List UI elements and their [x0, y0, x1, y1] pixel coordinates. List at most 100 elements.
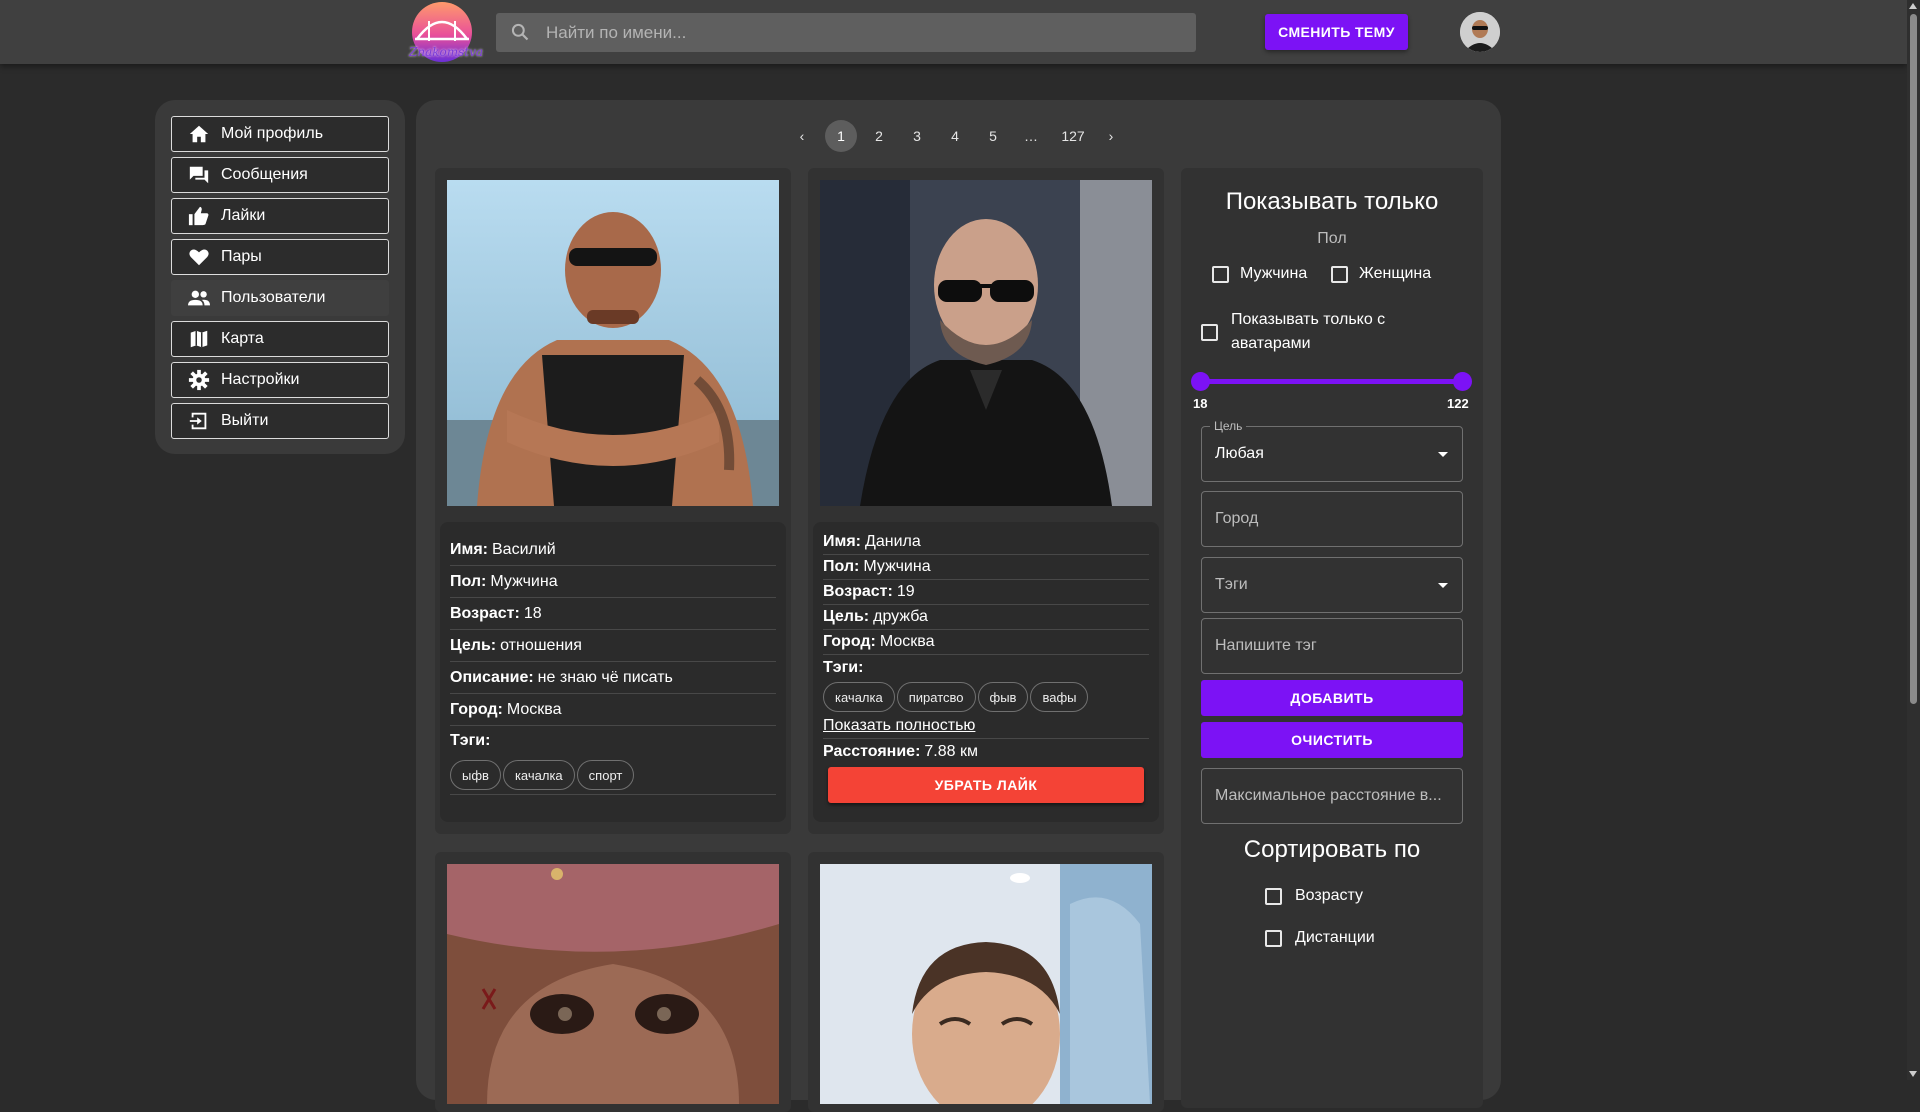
sidebar-item-label: Карта [221, 330, 264, 347]
description-row: Описание: не знаю чё писать [450, 662, 776, 694]
divider [450, 794, 776, 795]
page-5[interactable]: 5 [977, 120, 1009, 152]
tag-chip[interactable]: вафы [1030, 682, 1089, 712]
goal-legend: Цель [1210, 419, 1247, 433]
pagination-next[interactable]: › [1095, 120, 1127, 152]
tag-chip[interactable]: качалка [502, 760, 575, 790]
age-slider-max-thumb[interactable] [1453, 372, 1472, 391]
heart-icon [187, 245, 211, 269]
max-distance-placeholder: Максимальное расстояние в... [1215, 787, 1442, 804]
sidebar-item-pairs[interactable]: Пары [171, 239, 389, 275]
search-bar[interactable] [496, 13, 1196, 52]
sort-title: Сортировать по [1243, 836, 1421, 863]
change-theme-button[interactable]: СМЕНИТЬ ТЕМУ [1265, 14, 1408, 50]
sidebar-item-settings[interactable]: Настройки [171, 362, 389, 398]
user-photo[interactable] [447, 180, 779, 506]
name-row: Имя: Данила [823, 530, 1149, 555]
user-avatar[interactable] [1460, 12, 1500, 52]
gear-icon [187, 368, 211, 392]
sort-age-checkbox[interactable] [1265, 888, 1282, 905]
distance-label: Расстояние: [823, 742, 921, 760]
only-avatars-checkbox[interactable] [1201, 324, 1218, 341]
show-full-link[interactable]: Показать полностью [823, 717, 975, 735]
top-bar: Znakomstva СМЕНИТЬ ТЕМУ [0, 0, 1907, 64]
goal-row: Цель: отношения [450, 630, 776, 662]
sort-distance-label: Дистанции [1295, 929, 1375, 946]
goal-select-value: Любая [1215, 445, 1264, 462]
sidebar-item-label: Мой профиль [221, 125, 324, 142]
map-icon [187, 327, 211, 351]
sidebar-item-label: Настройки [221, 371, 300, 388]
tag-input[interactable]: Напишите тэг [1201, 618, 1463, 674]
user-info: Имя: Данила Пол: Мужчина Возраст: 19 Цел… [813, 522, 1159, 822]
goal-select[interactable]: Цель Любая [1201, 419, 1463, 482]
page-4[interactable]: 4 [939, 120, 971, 152]
tag-chip[interactable]: ыфв [450, 760, 501, 790]
pagination-prev[interactable]: ‹ [786, 120, 818, 152]
tag-input-placeholder: Напишите тэг [1215, 637, 1317, 654]
app-logo[interactable]: Znakomstva [409, 1, 483, 63]
scroll-up-icon[interactable] [1909, 3, 1917, 9]
male-checkbox[interactable] [1212, 266, 1229, 283]
user-card[interactable] [808, 852, 1164, 1112]
description-value: не знаю чё писать [537, 668, 673, 686]
page-2[interactable]: 2 [863, 120, 895, 152]
page-3[interactable]: 3 [901, 120, 933, 152]
name-row: Имя: Василий [450, 534, 776, 566]
goal-label: Цель: [450, 636, 497, 654]
scroll-down-icon[interactable] [1909, 1071, 1917, 1077]
user-photo[interactable] [820, 864, 1152, 1104]
age-slider-track[interactable] [1201, 379, 1463, 384]
chat-icon [187, 163, 211, 187]
age-slider-min-thumb[interactable] [1191, 372, 1210, 391]
scroll-thumb[interactable] [1910, 14, 1917, 704]
clear-button[interactable]: ОЧИСТИТЬ [1201, 722, 1463, 758]
gender-value: Мужчина [490, 572, 558, 590]
distance-value: 7.88 км [924, 742, 978, 760]
tags-label: Тэги: [823, 658, 864, 676]
filter-panel: Показывать только Пол Мужчина Женщина По… [1181, 168, 1483, 1108]
remove-like-button[interactable]: УБРАТЬ ЛАЙК [828, 767, 1144, 803]
goal-value: дружба [873, 608, 928, 625]
show-full-row: Показать полностью [823, 714, 1149, 739]
user-card[interactable]: Имя: Василий Пол: Мужчина Возраст: 18 Це… [435, 168, 791, 834]
sidebar: Мой профиль Сообщения Лайки Пары Пользов… [155, 100, 405, 454]
tag-chip[interactable]: спорт [576, 760, 635, 790]
gender-value: Мужчина [863, 558, 931, 575]
goal-row: Цель: дружба [823, 605, 1149, 630]
sidebar-item-users[interactable]: Пользователи [171, 280, 389, 316]
gender-row: Пол: Мужчина [823, 555, 1149, 580]
name-label: Имя: [450, 540, 488, 558]
sidebar-item-map[interactable]: Карта [171, 321, 389, 357]
female-checkbox[interactable] [1331, 266, 1348, 283]
home-icon [187, 122, 211, 146]
page-127[interactable]: 127 [1053, 120, 1093, 152]
user-info: Имя: Василий Пол: Мужчина Возраст: 18 Це… [440, 522, 786, 822]
page-scrollbar[interactable] [1907, 0, 1920, 1080]
sidebar-item-messages[interactable]: Сообщения [171, 157, 389, 193]
max-distance-input[interactable]: Максимальное расстояние в... [1201, 768, 1463, 824]
user-photo[interactable] [820, 180, 1152, 506]
sidebar-item-logout[interactable]: Выйти [171, 403, 389, 439]
add-tag-button[interactable]: ДОБАВИТЬ [1201, 680, 1463, 716]
user-card[interactable] [435, 852, 791, 1112]
sidebar-item-likes[interactable]: Лайки [171, 198, 389, 234]
city-input[interactable]: Город [1201, 491, 1463, 547]
search-input[interactable] [544, 13, 1184, 52]
tags-select[interactable]: Тэги [1201, 557, 1463, 613]
sort-distance-checkbox[interactable] [1265, 930, 1282, 947]
user-card[interactable]: Имя: Данила Пол: Мужчина Возраст: 19 Цел… [808, 168, 1164, 834]
page-1[interactable]: 1 [825, 120, 857, 152]
user-photo[interactable] [447, 864, 779, 1104]
tag-chip[interactable]: фыв [977, 682, 1029, 712]
city-label: Город: [450, 700, 503, 718]
sidebar-item-label: Пользователи [221, 289, 326, 306]
city-row: Город: Москва [823, 630, 1149, 655]
city-value: Москва [506, 700, 562, 718]
tag-chip[interactable]: пиратсво [896, 682, 976, 712]
age-label: Возраст: [823, 583, 893, 600]
gender-row: Пол: Мужчина [450, 566, 776, 598]
filter-title: Показывать только [1225, 188, 1439, 215]
tag-chip[interactable]: качалка [823, 682, 895, 712]
sidebar-item-my-profile[interactable]: Мой профиль [171, 116, 389, 152]
